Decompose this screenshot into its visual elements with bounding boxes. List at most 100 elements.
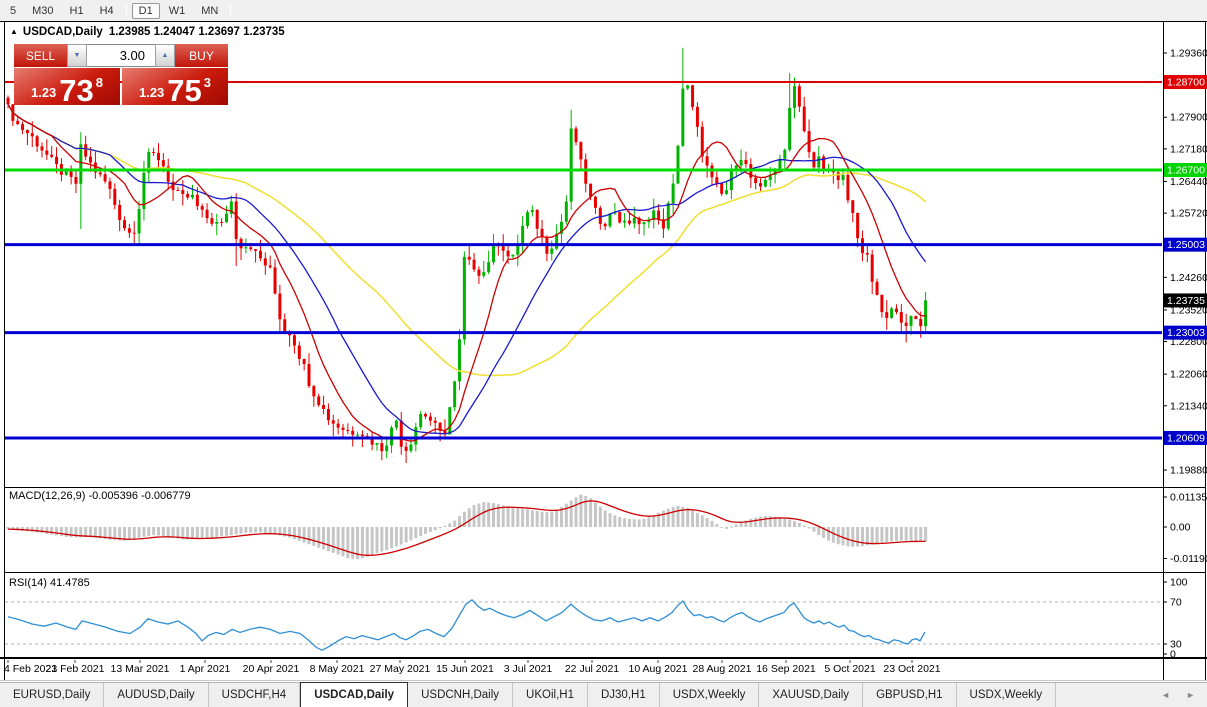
candle-body: [783, 150, 786, 159]
price-tick-label: 1.27900: [1170, 112, 1207, 124]
macd-histogram-bar: [361, 527, 364, 558]
date-tick-label: 20 Apr 2021: [243, 663, 300, 675]
macd-histogram-bar: [710, 521, 713, 527]
symbol-tab-usdchf-h4[interactable]: USDCHF,H4: [209, 683, 301, 707]
macd-histogram-bar: [337, 527, 340, 555]
macd-histogram-bar: [803, 526, 806, 527]
macd-histogram-bar: [332, 527, 335, 553]
macd-histogram-bar: [735, 524, 738, 527]
price-badge-label: 1.25003: [1167, 239, 1205, 251]
price-tick-label: 1.21340: [1170, 400, 1207, 412]
candle-body: [303, 359, 306, 364]
volume-increase-button[interactable]: ▲: [155, 44, 175, 67]
candle-body: [308, 364, 311, 386]
candle-body: [375, 443, 378, 445]
date-tick-label: 23 Feb 2021: [46, 663, 105, 675]
candle-body: [356, 435, 359, 436]
symbol-tab-eurusd-daily[interactable]: EURUSD,Daily: [0, 683, 104, 707]
macd-histogram-bar: [443, 526, 446, 527]
volume-decrease-button[interactable]: ▼: [67, 44, 87, 67]
candle-body: [531, 210, 534, 212]
candle-body: [599, 208, 602, 224]
candle-body: [55, 157, 58, 164]
symbol-tab-gbpusd-h1[interactable]: GBPUSD,H1: [863, 683, 956, 707]
tab-scroll-left-icon[interactable]: ◄: [1161, 690, 1170, 700]
macd-histogram-bar: [900, 527, 903, 541]
symbol-tab-usdcnh-daily[interactable]: USDCNH,Daily: [408, 683, 513, 707]
sell-price-tile[interactable]: 1.23 73 8: [14, 68, 120, 105]
macd-histogram-bar: [303, 527, 306, 543]
macd-histogram-bar: [720, 527, 723, 528]
candle-body: [448, 407, 451, 434]
macd-histogram-bar: [220, 527, 223, 536]
collapse-quote-icon[interactable]: ▲: [10, 27, 18, 36]
macd-histogram-bar: [215, 527, 218, 537]
macd-histogram-bar: [424, 527, 427, 534]
candle-body: [283, 319, 286, 331]
sell-button[interactable]: SELL: [14, 44, 67, 67]
candle-body: [477, 270, 480, 276]
candle-body: [162, 160, 165, 166]
macd-histogram-bar: [172, 527, 175, 538]
candle-body: [346, 430, 349, 431]
candle-body: [759, 183, 762, 186]
volume-input[interactable]: 3.00: [87, 44, 155, 67]
buy-button[interactable]: BUY: [175, 44, 228, 67]
symbol-tab-dj30-h1[interactable]: DJ30,H1: [588, 683, 660, 707]
timeframe-button-5[interactable]: 5: [3, 3, 23, 19]
candle-body: [45, 151, 48, 155]
macd-histogram-bar: [259, 527, 262, 532]
macd-histogram-bar: [157, 527, 160, 535]
macd-histogram-bar: [516, 508, 519, 527]
candle-body: [667, 203, 670, 229]
date-tick-label: 28 Aug 2021: [693, 663, 752, 675]
macd-histogram-bar: [754, 518, 757, 527]
symbol-tab-usdx-weekly[interactable]: USDX,Weekly: [660, 683, 760, 707]
buy-price-tile[interactable]: 1.23 75 3: [122, 68, 228, 105]
candle-body: [628, 221, 631, 224]
candle-body: [754, 178, 757, 183]
symbol-tab-ukoil-h1[interactable]: UKOil,H1: [513, 683, 588, 707]
candle-body: [468, 257, 471, 260]
candle-body: [575, 128, 578, 142]
macd-histogram-bar: [36, 527, 39, 532]
candle-body: [691, 85, 694, 106]
macd-histogram-bar: [196, 527, 199, 539]
macd-histogram-bar: [453, 521, 456, 527]
timeframe-button-h1[interactable]: H1: [63, 3, 91, 19]
candle-body: [31, 133, 34, 136]
candle-body: [720, 183, 723, 193]
symbol-tab-usdx-weekly[interactable]: USDX,Weekly: [957, 683, 1057, 707]
candle-body: [706, 156, 709, 165]
timeframe-button-w1[interactable]: W1: [162, 3, 193, 19]
macd-histogram-bar: [405, 527, 408, 542]
candle-body: [696, 107, 699, 127]
symbol-tab-bar: EURUSD,DailyAUDUSD,DailyUSDCHF,H4USDCAD,…: [0, 682, 1207, 707]
macd-histogram-bar: [575, 497, 578, 527]
tab-scroll-right-icon[interactable]: ►: [1186, 690, 1195, 700]
timeframe-button-mn[interactable]: MN: [194, 3, 225, 19]
buy-price-big: 75: [167, 77, 201, 104]
macd-histogram-bar: [70, 527, 73, 538]
macd-histogram-bar: [759, 517, 762, 527]
candle-body: [201, 206, 204, 210]
date-tick-label: 1 Apr 2021: [180, 663, 231, 675]
macd-histogram-bar: [895, 527, 898, 541]
timeframe-button-d1[interactable]: D1: [132, 3, 160, 19]
symbol-tab-usdcad-daily[interactable]: USDCAD,Daily: [300, 682, 408, 707]
candle-body: [924, 300, 927, 326]
candle-body: [152, 152, 155, 153]
timeframe-button-m30[interactable]: M30: [25, 3, 60, 19]
symbol-tab-audusd-daily[interactable]: AUDUSD,Daily: [104, 683, 208, 707]
candle-body: [138, 209, 141, 233]
candle-body: [482, 272, 485, 276]
timeframe-button-h4[interactable]: H4: [93, 3, 121, 19]
candle-body: [337, 424, 340, 428]
candle-body: [341, 428, 344, 430]
candle-body: [643, 222, 646, 224]
macd-histogram-bar: [701, 515, 704, 527]
macd-histogram-bar: [487, 502, 490, 527]
candle-body: [118, 205, 121, 220]
symbol-tab-xauusd-daily[interactable]: XAUUSD,Daily: [759, 683, 863, 707]
candle-body: [604, 224, 607, 226]
